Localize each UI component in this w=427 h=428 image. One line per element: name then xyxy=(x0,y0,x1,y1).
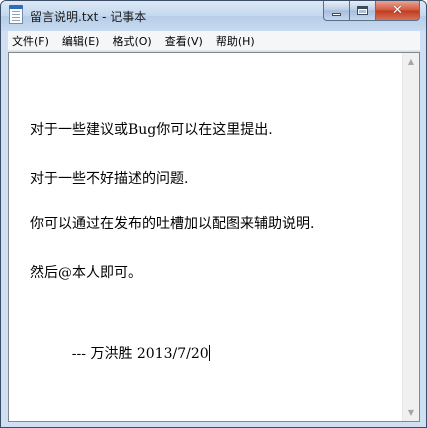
scroll-down-icon[interactable]: ▼ xyxy=(403,404,419,421)
maximize-icon xyxy=(357,6,368,15)
scroll-up-icon[interactable]: ▲ xyxy=(403,53,419,70)
menu-edit[interactable]: 编辑(E) xyxy=(62,33,100,49)
document-line: 对于一些不好描述的问题. xyxy=(30,171,189,187)
menu-bar: 文件(F) 编辑(E) 格式(O) 查看(V) 帮助(H) xyxy=(8,31,420,51)
text-editor[interactable]: 对于一些建议或Bug你可以在这里提出. 对于一些不好描述的问题. 你可以通过在发… xyxy=(8,52,420,422)
close-button[interactable]: ✕ xyxy=(376,1,420,21)
menu-format[interactable]: 格式(O) xyxy=(112,33,151,49)
title-bar[interactable]: 留言说明.txt - 记事本 ✕ xyxy=(1,1,426,31)
menu-view[interactable]: 查看(V) xyxy=(165,33,203,49)
maximize-button[interactable] xyxy=(350,1,376,21)
notepad-icon[interactable] xyxy=(9,5,23,24)
document-line: 对于一些建议或Bug你可以在这里提出. xyxy=(30,122,273,138)
window-controls: ✕ xyxy=(323,1,420,21)
text-caret xyxy=(208,345,210,361)
signature-text: --- 万洪胜 2013/7/20 xyxy=(54,346,209,362)
minimize-button[interactable] xyxy=(323,1,350,21)
signature-line: --- 万洪胜 2013/7/20 xyxy=(54,343,210,363)
close-icon: ✕ xyxy=(392,3,403,18)
menu-help[interactable]: 帮助(H) xyxy=(216,33,255,49)
document-line: 你可以通过在发布的吐槽加以配图来辅助说明. xyxy=(30,216,315,232)
vertical-scrollbar[interactable]: ▲ ▼ xyxy=(402,53,419,421)
minimize-icon xyxy=(332,13,341,16)
document-text[interactable]: 对于一些建议或Bug你可以在这里提出. 对于一些不好描述的问题. 你可以通过在发… xyxy=(9,53,403,421)
window-title: 留言说明.txt - 记事本 xyxy=(30,10,147,24)
menu-file[interactable]: 文件(F) xyxy=(12,33,49,49)
notepad-window: 留言说明.txt - 记事本 ✕ 文件(F) 编辑(E) 格式(O) 查看(V)… xyxy=(0,0,427,428)
window-bottom-border xyxy=(8,422,420,427)
document-line: 然后@本人即可。 xyxy=(30,265,142,281)
